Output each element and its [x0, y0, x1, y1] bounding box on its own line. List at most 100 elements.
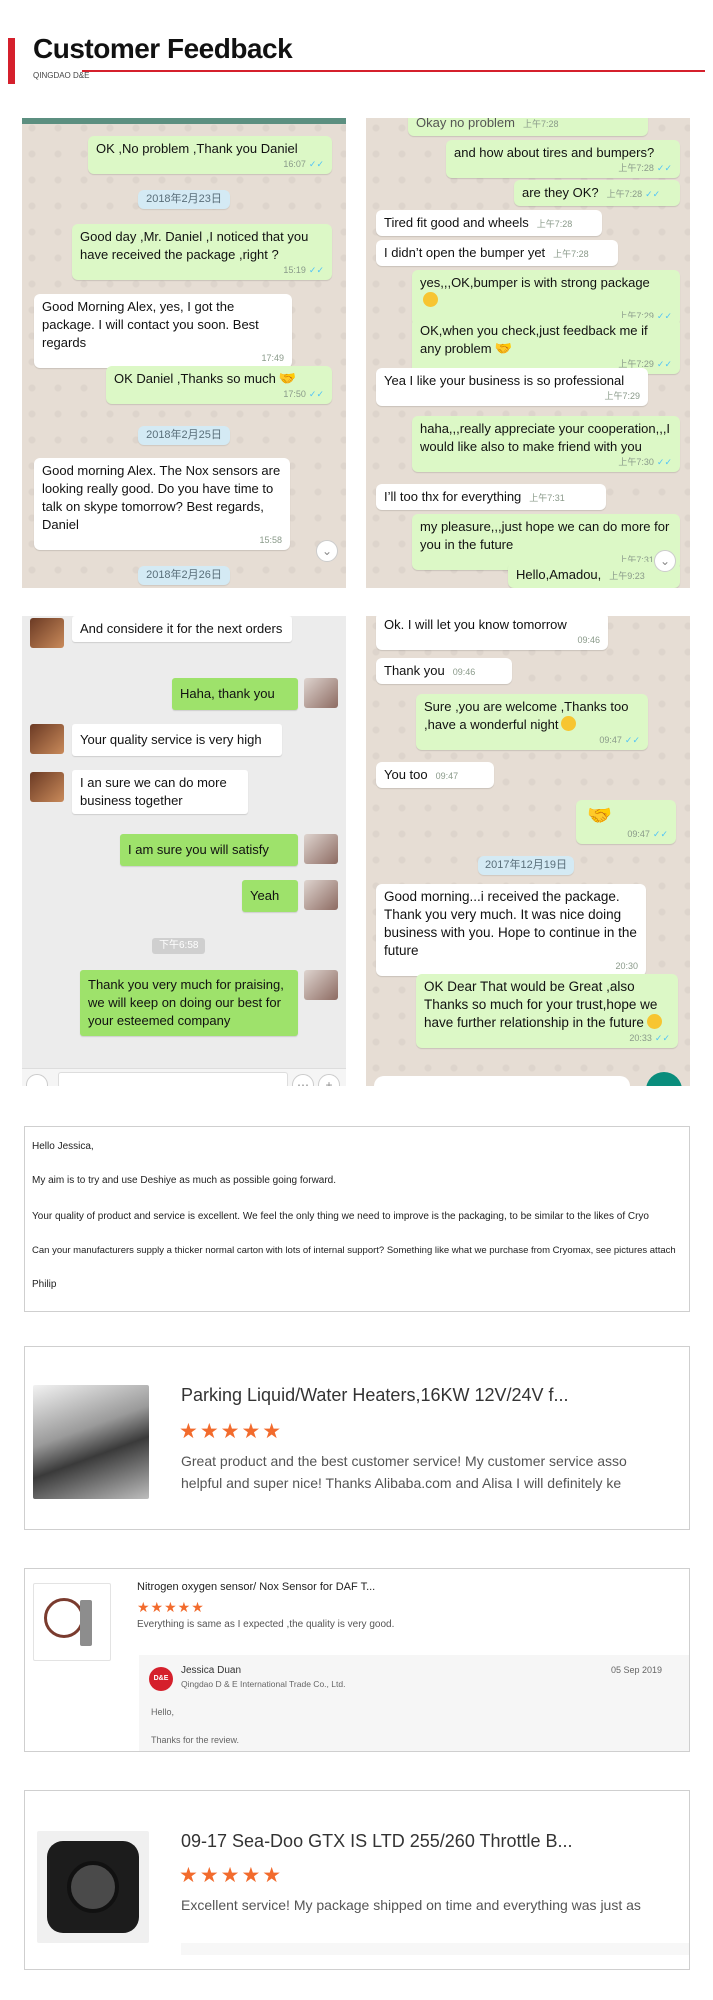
user-avatar — [304, 880, 338, 910]
seller-logo: D&E — [149, 1667, 173, 1691]
contact-avatar — [30, 724, 64, 754]
review-text: helpful and super nice! Thanks Alibaba.c… — [181, 1475, 622, 1491]
message-text: Hello,Amadou, — [516, 567, 602, 582]
message-text: You too — [384, 767, 428, 782]
email-screenshot: Hello Jessica, My aim is to try and use … — [24, 1126, 690, 1312]
plus-icon[interactable]: + — [318, 1074, 340, 1086]
reply-text: Thanks for the review. — [151, 1735, 240, 1745]
throttle-bore-shape — [67, 1861, 119, 1913]
product-image-throttle — [37, 1831, 149, 1943]
read-check-icon: ✓✓ — [656, 359, 672, 369]
message-time: 09:46 — [452, 667, 476, 677]
scroll-down-button[interactable]: ⌄ — [654, 550, 676, 572]
email-line: My aim is to try and use Deshiye as much… — [32, 1175, 337, 1186]
product-title[interactable]: Nitrogen oxygen sensor/ Nox Sensor for D… — [137, 1581, 375, 1593]
message-text: Good day ,Mr. Daniel ,I noticed that you… — [80, 229, 309, 262]
message-time: 17:50 — [283, 389, 306, 399]
scroll-down-button[interactable]: ⌄ — [316, 540, 338, 562]
message-time: 20:30 — [615, 961, 638, 971]
chat-screenshot-3: And considere it for the next orders Hah… — [22, 616, 346, 1086]
message-text: are they OK? — [522, 185, 599, 200]
message-time: 上午9:23 — [609, 571, 645, 581]
product-image-sensor — [33, 1583, 111, 1661]
voice-icon[interactable] — [26, 1074, 48, 1086]
read-check-icon: ✓✓ — [624, 735, 640, 745]
chat-bubble-in: Your quality service is very high — [72, 724, 282, 756]
message-text: I didn’t open the bumper yet — [384, 245, 546, 260]
message-text: Ok. I will let you know tomorrow — [384, 617, 567, 632]
chat-bubble-in: You too 09:47 — [376, 762, 494, 788]
message-text: And considere it for the next orders — [80, 621, 283, 636]
chat-bubble-in: Yea I like your business is so professio… — [376, 368, 648, 406]
smile-emoji-icon — [646, 1014, 662, 1029]
message-text: Sure ,you are welcome ,Thanks too ,have … — [424, 699, 629, 732]
message-time: 上午7:29 — [604, 391, 640, 401]
message-time: 上午7:28 — [523, 119, 559, 129]
review-comment: Everything is same as I expected ,the qu… — [137, 1619, 395, 1630]
message-input[interactable] — [374, 1076, 630, 1086]
read-check-icon: ✓✓ — [308, 389, 324, 399]
date-chip: 2018年2月26日 — [138, 566, 230, 585]
message-text: Yea I like your business is so professio… — [384, 373, 625, 388]
message-input[interactable] — [58, 1072, 288, 1086]
message-text: OK,when you check,just feedback me if an… — [420, 323, 648, 356]
message-time: 09:47 — [627, 829, 650, 839]
message-text: Your quality service is very high — [80, 732, 262, 747]
chat-topbar — [22, 118, 346, 124]
chat-bubble-out: OK Daniel ,Thanks so much 🤝 17:50 ✓✓ — [106, 366, 332, 404]
smile-emoji-icon — [561, 716, 577, 731]
message-text: Thank you — [384, 663, 445, 678]
page-title: Customer Feedback — [33, 33, 293, 64]
message-text: OK Dear That would be Great ,also Thanks… — [424, 979, 658, 1030]
chat-bubble-out: Okay no problem 上午7:28 — [408, 118, 648, 136]
chat-bubble-out: Haha, thank you — [172, 678, 298, 710]
message-text: Good morning Alex. The Nox sensors are l… — [42, 463, 281, 532]
chat-bubble-out: Yeah — [242, 880, 298, 912]
chat-bubble-out: OK Dear That would be Great ,also Thanks… — [416, 974, 678, 1048]
handshake-icon: 🤝 — [587, 805, 612, 827]
seller-reply-box: D&E Jessica Duan Qingdao D & E Internati… — [139, 1655, 689, 1751]
email-greeting: Hello Jessica, — [32, 1141, 94, 1152]
message-time: 09:47 — [435, 771, 459, 781]
message-text: OK Daniel ,Thanks so much — [114, 371, 276, 386]
message-text: my pleasure,,,just hope we can do more f… — [420, 519, 670, 552]
chat-bubble-out: haha,,,really appreciate your cooperatio… — [412, 416, 680, 472]
message-text: I’ll too thx for everything — [384, 489, 522, 504]
message-time: 上午7:31 — [529, 493, 565, 503]
contact-avatar — [30, 618, 64, 648]
chat-bubble-out: and how about tires and bumpers? 上午7:28 ✓✓ — [446, 140, 680, 178]
user-avatar — [304, 970, 338, 1000]
emoji-icon[interactable]: ⋯ — [292, 1074, 314, 1086]
read-check-icon: ✓✓ — [656, 163, 672, 173]
message-time: 15:58 — [259, 535, 282, 545]
sensor-box-shape — [80, 1600, 92, 1646]
chat-bubble-out: Sure ,you are welcome ,Thanks too ,have … — [416, 694, 648, 750]
chat-bubble-in: Ok. I will let you know tomorrow 09:46 — [376, 616, 608, 650]
product-image-heater — [33, 1385, 149, 1499]
chat-bubble-in: Thank you 09:46 — [376, 658, 512, 684]
product-title[interactable]: 09-17 Sea-Doo GTX IS LTD 255/260 Throttl… — [181, 1831, 573, 1852]
chat-bubble-in: Tired fit good and wheels 上午7:28 — [376, 210, 602, 236]
review-text: Excellent service! My package shipped on… — [181, 1897, 641, 1913]
review-card-2: Nitrogen oxygen sensor/ Nox Sensor for D… — [24, 1568, 690, 1752]
product-title[interactable]: Parking Liquid/Water Heaters,16KW 12V/24… — [181, 1385, 569, 1406]
message-text: OK ,No problem ,Thank you Daniel — [96, 141, 298, 156]
page-subtitle: QINGDAO D&E — [33, 71, 90, 80]
message-text: yes,,,OK,bumper is with strong package — [420, 275, 650, 290]
email-line: Can your manufacturers supply a thicker … — [32, 1245, 676, 1256]
date-chip: 2018年2月25日 — [138, 426, 230, 445]
reply-text: Hello, — [151, 1707, 175, 1717]
page-header: Customer Feedback QINGDAO D&E — [0, 0, 713, 95]
email-line: Your quality of product and service is e… — [32, 1211, 649, 1222]
user-avatar — [304, 834, 338, 864]
star-rating: ★★★★★ — [137, 1599, 205, 1615]
user-avatar — [304, 678, 338, 708]
message-text: I am sure you will satisfy — [128, 842, 269, 857]
message-time: 上午7:30 — [618, 457, 654, 467]
read-check-icon: ✓✓ — [652, 829, 668, 839]
message-text: and how about tires and bumpers? — [454, 145, 655, 160]
mic-button[interactable] — [646, 1072, 682, 1086]
message-text: Thank you very much for praising, we wil… — [88, 977, 284, 1028]
chat-screenshot-1: OK ,No problem ,Thank you Daniel 16:07 ✓✓ … — [22, 118, 346, 588]
chat-bubble-out: OK ,No problem ,Thank you Daniel 16:07 ✓✓ — [88, 136, 332, 174]
